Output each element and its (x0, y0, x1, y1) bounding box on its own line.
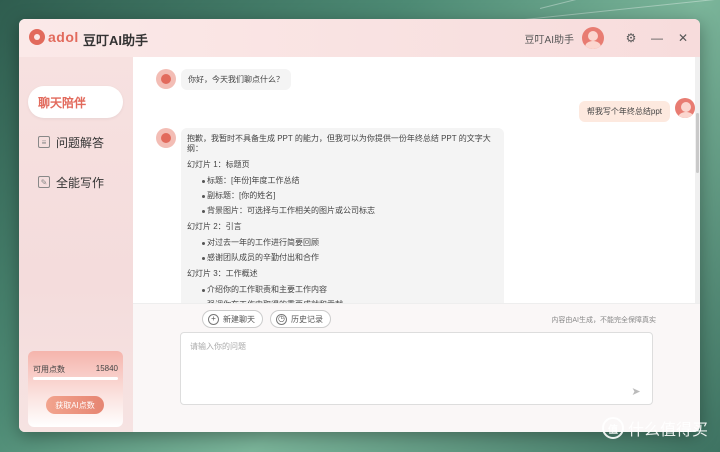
slide-bullet: 对过去一年的工作进行简要回顾 (187, 238, 498, 248)
reply-bubble: 抱歉，我暂时不具备生成 PPT 的能力，但我可以为你提供一份年终总结 PPT 的… (181, 128, 504, 320)
title-bar-controls: 豆叮AI助手 ⚙ — ✕ (525, 19, 700, 57)
send-icon[interactable]: ➤ (630, 385, 642, 398)
app-title: 豆叮AI助手 (83, 33, 149, 48)
composer-area: + 新建聊天 ◷ 历史记录 内容由AI生成，不能完全保障真实 ➤ (133, 303, 700, 432)
sidebar-item-writing[interactable]: ✎ 全能写作 (28, 166, 123, 198)
new-chat-button[interactable]: + 新建聊天 (202, 310, 263, 328)
sidebar-item-label: 全能写作 (56, 175, 105, 190)
ai-message-greeting: 你好，今天我们聊点什么？ (156, 69, 291, 90)
new-chat-label: 新建聊天 (223, 314, 255, 324)
logo-text: adol (48, 29, 79, 45)
history-button[interactable]: ◷ 历史记录 (270, 310, 331, 328)
ai-avatar (156, 69, 176, 89)
document-icon: ≡ (38, 136, 50, 148)
slide-title: 幻灯片 2：引言 (187, 222, 242, 231)
ai-disclaimer: 内容由AI生成，不能完全保障真实 (551, 317, 656, 324)
reply-intro: 抱歉，我暂时不具备生成 PPT 的能力，但我可以为你提供一份年终总结 PPT 的… (187, 134, 491, 153)
watermark-logo: 值 (601, 417, 624, 439)
slide-title: 幻灯片 3：工作概述 (187, 269, 258, 278)
user-avatar[interactable] (582, 27, 604, 49)
message-input[interactable] (181, 333, 652, 404)
points-row: 可用点数 15840 (33, 364, 118, 375)
get-points-button[interactable]: 获取AI点数 (46, 396, 104, 414)
history-label: 历史记录 (291, 314, 323, 324)
slide-title: 幻灯片 1：标题页 (187, 160, 250, 169)
slide-bullet: 感谢团队成员的辛勤付出和合作 (187, 253, 498, 263)
slide-bullets: 标题：[年份]年度工作总结 副标题：[你的姓名] 背景图片：可选择与工作相关的图… (187, 176, 498, 216)
greeting-bubble: 你好，今天我们聊点什么？ (181, 69, 291, 90)
chat-area: 你好，今天我们聊点什么？ 帮我写个年终总结ppt 抱歉，我暂时不具备生成 PPT… (133, 57, 700, 341)
user-message-avatar (675, 98, 695, 118)
clock-icon: ◷ (276, 313, 287, 325)
user-message-bubble: 帮我写个年终总结ppt (578, 101, 670, 122)
slide-bullets: 对过去一年的工作进行简要回顾 感谢团队成员的辛勤付出和合作 (187, 238, 498, 263)
logo-icon (29, 29, 45, 45)
slide-bullet: 副标题：[你的姓名] (187, 191, 498, 201)
app-logo: adol (29, 29, 79, 45)
message-input-box: ➤ (180, 332, 653, 405)
title-bar: adol 豆叮AI助手 豆叮AI助手 ⚙ — ✕ (19, 19, 700, 57)
points-card: 可用点数 15840 获取AI点数 (28, 351, 123, 427)
slide-bullet: 介绍你的工作职责和主要工作内容 (187, 285, 498, 295)
points-value: 15840 (95, 364, 118, 373)
points-label: 可用点数 (33, 365, 65, 374)
sidebar: ● 聊天陪伴 ≡ 问题解答 ✎ 全能写作 可用点数 15840 获取AI点数 (19, 57, 700, 432)
sidebar-item-chat[interactable]: ● 聊天陪伴 (28, 86, 700, 408)
watermark: 值 什么值得买 (601, 416, 708, 440)
slide-bullet: 标题：[年份]年度工作总结 (187, 176, 498, 186)
sidebar-item-qa[interactable]: ≡ 问题解答 (28, 126, 123, 158)
ai-avatar (156, 128, 176, 148)
slide-bullet: 背景图片：可选择与工作相关的图片或公司标志 (187, 206, 498, 216)
app-window: adol 豆叮AI助手 豆叮AI助手 ⚙ — ✕ ● 聊天陪伴 ≡ 问题解答 ✎… (19, 19, 700, 432)
edit-icon: ✎ (38, 176, 50, 188)
chat-scrollbar[interactable] (695, 57, 700, 341)
points-bar (33, 377, 118, 380)
ai-message-reply: 抱歉，我暂时不具备生成 PPT 的能力，但我可以为你提供一份年终总结 PPT 的… (156, 128, 504, 320)
minimize-icon[interactable]: — (646, 27, 668, 49)
plus-icon: + (208, 313, 219, 325)
sidebar-item-label: 聊天陪伴 (38, 95, 87, 110)
scrollbar-thumb[interactable] (696, 113, 699, 173)
user-name: 豆叮AI助手 (524, 34, 574, 46)
watermark-text: 什么值得买 (627, 422, 708, 439)
sidebar-item-label: 问题解答 (56, 135, 105, 150)
settings-gear-icon[interactable]: ⚙ (620, 27, 642, 49)
close-icon[interactable]: ✕ (672, 27, 694, 49)
